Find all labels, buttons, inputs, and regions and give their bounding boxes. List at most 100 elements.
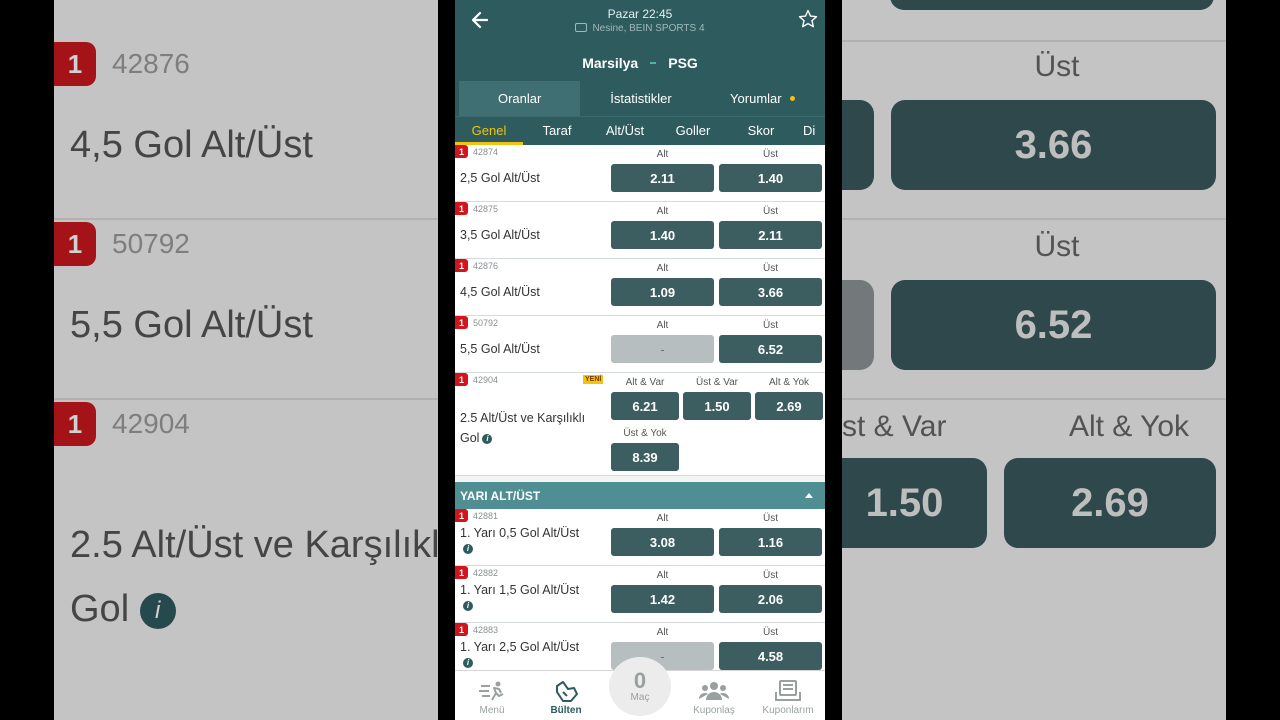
odd-button-alt-yok[interactable]: 2.69	[755, 392, 823, 420]
subtab-goller[interactable]: Goller	[659, 117, 727, 145]
col-head-ust: Üst	[763, 206, 778, 217]
nav-mac[interactable]: 0 Maç	[603, 657, 677, 720]
odd-button-ust-yok[interactable]: 8.39	[611, 443, 679, 471]
subtab-more[interactable]: Di	[795, 117, 825, 145]
odd-button-ust[interactable]: 6.52	[719, 335, 822, 363]
mbs-badge: 1	[455, 566, 468, 579]
bg-dim-overlay	[54, 0, 438, 720]
market-code: 42875	[473, 204, 499, 214]
market-label: 2.5 Alt/Üst ve Karşılıklı	[460, 411, 586, 425]
collapse-caret-icon	[805, 493, 813, 498]
section-title: YARI ALT/ÜST	[460, 488, 541, 503]
info-icon[interactable]: i	[463, 544, 473, 554]
odd-button-alt[interactable]: 1.40	[611, 221, 714, 249]
video-frame: 1 42876 4,5 Gol Alt/Üst 1 50792 5,5 Gol …	[0, 0, 1280, 720]
col-head-ust: Üst	[763, 627, 778, 638]
market-code: 42874	[473, 147, 499, 157]
info-icon[interactable]: i	[463, 658, 473, 668]
nav-kuponlas-label: Kuponlaş	[693, 705, 735, 716]
bottom-nav: Menü Bülten 0 Maç Kuponlaş Kuponlarım	[455, 657, 825, 720]
tab-yorumlar[interactable]: Yorumlar	[702, 81, 823, 116]
odd-button-alt-var[interactable]: 6.21	[611, 392, 679, 420]
tab-oranlar[interactable]: Oranlar	[459, 81, 581, 116]
teams-separator	[650, 61, 657, 64]
nav-bulten-label: Bülten	[550, 705, 582, 716]
odd-button-ust[interactable]: 2.06	[719, 585, 822, 613]
market-label: 1. Yarı 2,5 Gol Alt/Üst	[460, 640, 580, 654]
bulten-hand-icon	[556, 681, 578, 702]
info-icon[interactable]: i	[482, 434, 493, 444]
market-code: 42881	[473, 511, 499, 521]
section-header-yari-alt-ust[interactable]: YARI ALT/ÜST	[455, 482, 825, 509]
odd-button-ust-var[interactable]: 1.50	[683, 392, 751, 420]
combo-market-row: 1 42904 YENİ 2.5 Alt/Üst ve Karşılıklı G…	[455, 373, 825, 476]
col-head-ust: Üst	[763, 320, 778, 331]
market-label: 5,5 Gol Alt/Üst	[460, 342, 540, 356]
tv-icon	[575, 23, 588, 32]
market-row: 1 42881 1. Yarı 0,5 Gol Alt/Üst i Alt Üs…	[455, 509, 825, 566]
odd-button-alt[interactable]: 1.42	[611, 585, 714, 613]
sub-tabs: Genel Taraf Alt/Üst Goller Skor Di	[455, 116, 825, 145]
subtab-taraf[interactable]: Taraf	[523, 117, 591, 145]
odd-button-ust[interactable]: 3.66	[719, 278, 822, 306]
coupon-list-icon	[775, 680, 801, 701]
coupon-bubble: 0 Maç	[609, 657, 671, 716]
subtab-alt-ust[interactable]: Alt/Üst	[591, 117, 659, 145]
odd-button-ust[interactable]: 1.40	[719, 164, 822, 192]
col-head-ust: Üst	[763, 149, 778, 160]
background-zoom-right: Üst 3.66 Üst 6.52 st & Var Alt & Yok 1.5…	[842, 0, 1226, 720]
market-label: 1. Yarı 0,5 Gol Alt/Üst	[460, 526, 580, 540]
mac-count: 0	[633, 668, 647, 693]
col-head-alt: Alt	[656, 513, 669, 524]
nav-kuponlarim[interactable]: Kuponlarım	[751, 671, 825, 720]
market-label-gol: Gol	[460, 431, 480, 445]
mbs-badge: 1	[455, 373, 468, 386]
col-head-ust: Üst	[763, 570, 778, 581]
market-code: 50792	[473, 318, 499, 328]
market-row: 1 42875 3,5 Gol Alt/Üst Alt Üst 1.40 2.1…	[455, 202, 825, 259]
channel-text: Nesine, BEIN SPORTS 4	[592, 23, 705, 34]
subtab-skor[interactable]: Skor	[727, 117, 795, 145]
market-code: 42882	[473, 568, 499, 578]
odd-button-alt[interactable]: 1.09	[611, 278, 714, 306]
col-head-alt: Alt	[656, 206, 669, 217]
nav-bulten[interactable]: Bülten	[529, 671, 603, 720]
info-icon[interactable]: i	[463, 601, 473, 611]
subtab-genel[interactable]: Genel	[455, 117, 523, 145]
phone-screen: Pazar 22:45 Nesine, BEIN SPORTS 4 Marsil…	[455, 0, 825, 720]
col-head-alt: Alt	[656, 627, 669, 638]
nav-kuponlarim-label: Kuponlarım	[762, 705, 814, 716]
match-teams: Marsilya PSG	[455, 44, 825, 81]
background-zoom-left: 1 42876 4,5 Gol Alt/Üst 1 50792 5,5 Gol …	[54, 0, 438, 720]
market-row: 1 50792 5,5 Gol Alt/Üst Alt Üst - 6.52	[455, 316, 825, 373]
new-badge: YENİ	[583, 375, 604, 384]
col-head-ust: Üst	[763, 513, 778, 524]
match-time: Pazar 22:45	[607, 7, 673, 21]
odd-button-disabled: -	[611, 335, 714, 363]
odd-button-alt[interactable]: 2.11	[611, 164, 714, 192]
menu-runner-icon	[479, 681, 504, 701]
odd-button-ust[interactable]: 4.58	[719, 642, 822, 670]
odd-button-alt[interactable]: 3.08	[611, 528, 714, 556]
market-row: 1 42876 4,5 Gol Alt/Üst Alt Üst 1.09 3.6…	[455, 259, 825, 316]
market-label-line2: Gol i	[460, 431, 493, 445]
odd-button-ust[interactable]: 1.16	[719, 528, 822, 556]
col-head-ust-yok: Üst & Yok	[623, 428, 667, 439]
mbs-badge: 1	[455, 259, 468, 272]
main-tabs: Oranlar İstatistikler Yorumlar	[455, 81, 825, 116]
market-code: 42883	[473, 625, 499, 635]
market-label: 3,5 Gol Alt/Üst	[460, 228, 540, 242]
col-head-ust-var: Üst & Var	[695, 377, 739, 388]
away-team: PSG	[668, 54, 698, 71]
odd-button-ust[interactable]: 2.11	[719, 221, 822, 249]
nav-kuponlas[interactable]: Kuponlaş	[677, 671, 751, 720]
market-row: 1 42882 1. Yarı 1,5 Gol Alt/Üst i Alt Üs…	[455, 566, 825, 623]
market-code: 42904	[473, 375, 499, 385]
mbs-badge: 1	[455, 145, 468, 158]
bg-dim-overlay	[842, 0, 1226, 720]
market-label: 1. Yarı 1,5 Gol Alt/Üst	[460, 583, 580, 597]
nav-menu[interactable]: Menü	[455, 671, 529, 720]
favorite-star-icon[interactable]	[797, 8, 819, 30]
tab-istatistikler[interactable]: İstatistikler	[580, 81, 701, 116]
market-row: 1 42874 2,5 Gol Alt/Üst Alt Üst 2.11 1.4…	[455, 145, 825, 202]
